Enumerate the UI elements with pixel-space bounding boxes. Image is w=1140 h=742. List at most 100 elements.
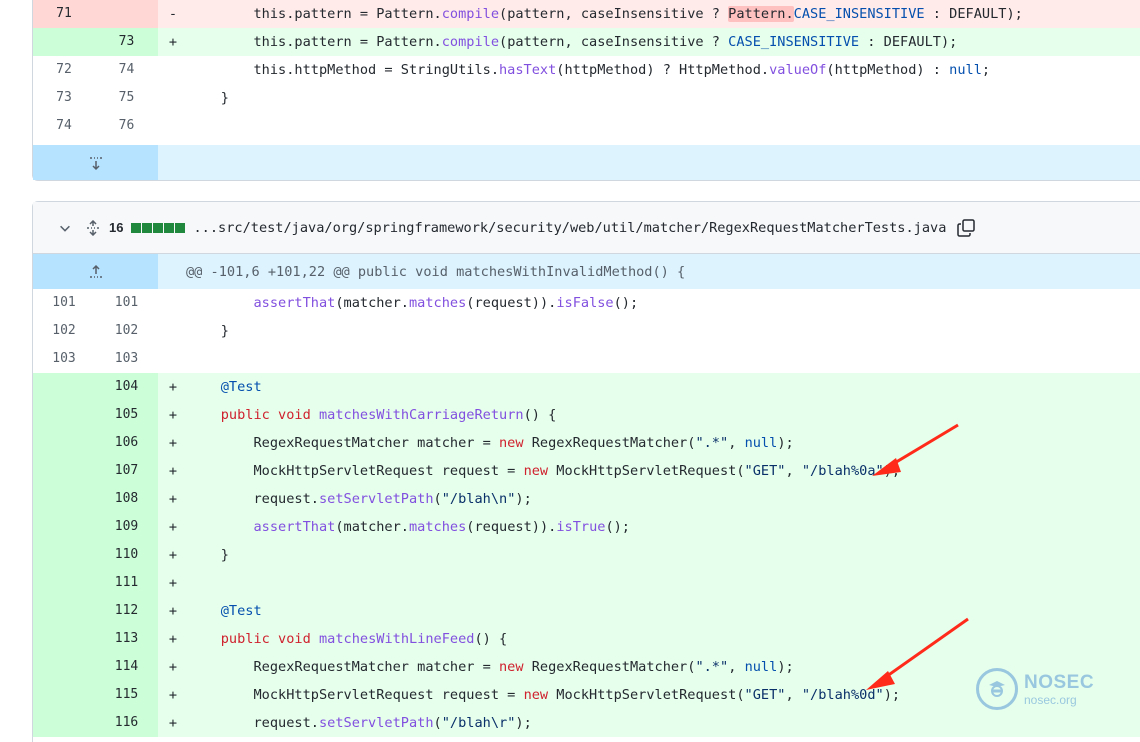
old-line-number[interactable] <box>33 513 95 541</box>
new-line-number[interactable]: 73 <box>95 28 158 56</box>
code-token: request. <box>188 491 319 507</box>
code-token: ); <box>515 491 532 507</box>
old-line-number[interactable] <box>33 28 95 56</box>
hunk-header-text <box>158 145 1140 180</box>
old-line-number[interactable] <box>33 485 95 513</box>
new-line-number[interactable]: 101 <box>95 289 158 317</box>
old-line-number[interactable] <box>33 541 95 569</box>
code-line: } <box>188 84 1140 112</box>
nosec-logo-icon <box>976 668 1018 710</box>
copy-path-icon[interactable] <box>956 218 976 238</box>
new-line-number[interactable]: 109 <box>95 513 158 541</box>
new-line-number[interactable] <box>95 0 158 28</box>
watermark-title: NOSEC <box>1024 671 1095 693</box>
code-token: new <box>523 463 549 479</box>
diff-marker <box>158 56 188 84</box>
code-token: (matcher. <box>335 519 409 535</box>
old-line-number[interactable]: 72 <box>33 56 95 84</box>
code-line: public void matchesWithLineFeed() { <box>188 625 1140 653</box>
code-line: request.setServletPath("/blah\r"); <box>188 709 1140 737</box>
old-line-number[interactable] <box>33 625 95 653</box>
code-token: } <box>188 323 229 339</box>
code-line: this.pattern = Pattern.compile(pattern, … <box>188 28 1140 56</box>
old-line-number[interactable] <box>33 569 95 597</box>
code-token: new <box>499 659 524 675</box>
collapse-chevron-icon[interactable] <box>57 220 73 236</box>
code-token: (); <box>605 519 630 535</box>
diff-marker: + <box>158 457 188 485</box>
code-token: (pattern, caseInsensitive ? <box>499 6 729 22</box>
old-line-number[interactable] <box>33 597 95 625</box>
code-token: , <box>785 687 802 703</box>
new-line-number[interactable]: 113 <box>95 625 158 653</box>
diff-line-added: 111 + <box>33 569 1140 597</box>
diff-line-context: 73 75 } <box>33 84 1140 112</box>
new-line-number[interactable]: 103 <box>95 345 158 373</box>
new-line-number[interactable]: 108 <box>95 485 158 513</box>
code-token: matchesWithCarriageReturn <box>318 407 524 423</box>
code-token: ".*" <box>695 435 729 451</box>
diff-marker: + <box>158 681 188 709</box>
expand-up-icon[interactable] <box>33 254 158 289</box>
old-line-number[interactable]: 73 <box>33 84 95 112</box>
new-line-number[interactable]: 105 <box>95 401 158 429</box>
new-line-number[interactable]: 110 <box>95 541 158 569</box>
code-token: (matcher. <box>335 295 409 311</box>
old-line-number[interactable] <box>33 373 95 401</box>
code-token: public <box>220 407 270 423</box>
old-line-number[interactable] <box>33 401 95 429</box>
old-line-number[interactable]: 71 <box>33 0 95 28</box>
new-line-number[interactable]: 116 <box>95 709 158 737</box>
old-line-number[interactable] <box>33 457 95 485</box>
expand-down-icon[interactable] <box>33 145 158 180</box>
new-line-number[interactable]: 104 <box>95 373 158 401</box>
code-token: CASE_INSENSITIVE <box>793 6 925 22</box>
new-line-number[interactable]: 76 <box>95 112 158 140</box>
new-line-number[interactable]: 107 <box>95 457 158 485</box>
diff-line-added: 109 + assertThat(matcher.matches(request)… <box>33 513 1140 541</box>
new-line-number[interactable]: 111 <box>95 569 158 597</box>
file-header: 16 ...src/test/java/org/springframework/… <box>33 202 1140 254</box>
new-line-number[interactable]: 115 <box>95 681 158 709</box>
expand-all-icon[interactable] <box>85 219 101 236</box>
code-token: assertThat <box>253 519 336 535</box>
diff-line-removed: 71 - this.pattern = Pattern.compile(patte… <box>33 0 1140 28</box>
old-line-number[interactable]: 101 <box>33 289 95 317</box>
diff-marker <box>158 317 188 345</box>
code-token: ); <box>777 435 794 451</box>
code-token: isTrue <box>556 519 606 535</box>
old-line-number[interactable] <box>33 429 95 457</box>
new-line-number[interactable]: 75 <box>95 84 158 112</box>
diff-line-context: 74 76 <box>33 112 1140 140</box>
code-token: new <box>499 435 524 451</box>
diffstat-block <box>131 222 142 233</box>
old-line-number[interactable] <box>33 681 95 709</box>
old-line-number[interactable] <box>33 709 95 737</box>
code-token: void <box>278 631 311 647</box>
new-line-number[interactable]: 74 <box>95 56 158 84</box>
diff-line-added: 104 + @Test <box>33 373 1140 401</box>
old-line-number[interactable] <box>33 653 95 681</box>
code-token: setServletPath <box>318 715 434 731</box>
code-line: public void matchesWithCarriageReturn() … <box>188 401 1140 429</box>
file-path-link[interactable]: ...src/test/java/org/springframework/sec… <box>193 220 946 236</box>
new-line-number[interactable]: 112 <box>95 597 158 625</box>
diff-marker <box>158 289 188 317</box>
diff-line-added: 110 + } <box>33 541 1140 569</box>
code-token: compile <box>441 6 500 22</box>
new-line-number[interactable]: 114 <box>95 653 158 681</box>
old-line-number[interactable]: 74 <box>33 112 95 140</box>
code-token: ); <box>515 715 532 731</box>
diff-block-previous-file: 71- this.pattern = Pattern.compile(patte… <box>32 0 1140 181</box>
new-line-number[interactable]: 102 <box>95 317 158 345</box>
new-line-number[interactable]: 106 <box>95 429 158 457</box>
code-token: @Test <box>220 379 262 395</box>
old-line-number[interactable]: 103 <box>33 345 95 373</box>
code-line: assertThat(matcher.matches(request)).isF… <box>188 289 1140 317</box>
code-token: null <box>744 659 778 675</box>
old-line-number[interactable]: 102 <box>33 317 95 345</box>
